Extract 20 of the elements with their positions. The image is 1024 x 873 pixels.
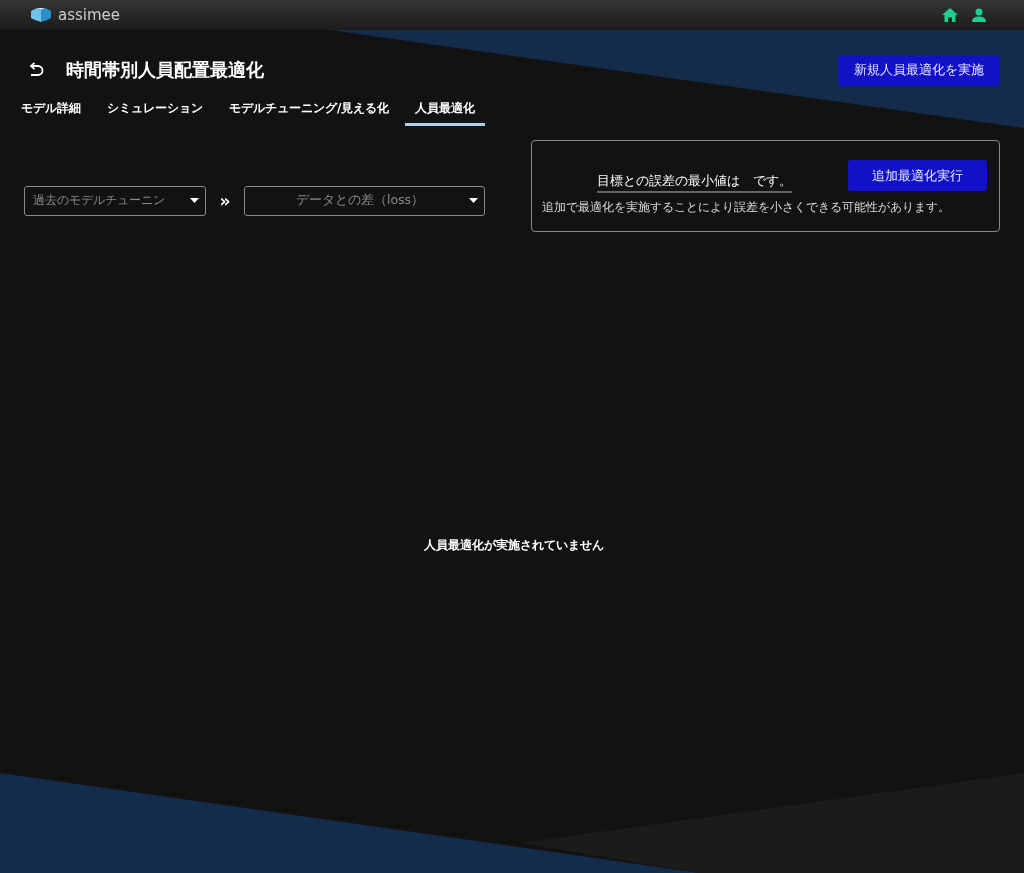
tab[interactable]: モデル詳細	[11, 100, 91, 126]
hint-text: 追加で最適化を実施することにより誤差を小さくできる可能性があります。	[542, 199, 951, 215]
metric-dropdown[interactable]: データとの差（loss）	[244, 185, 485, 216]
empty-state-message: 人員最適化が実施されていません	[424, 537, 604, 554]
caret-icon	[469, 198, 478, 203]
home-icon[interactable]	[942, 8, 958, 22]
page-title: 時間帯別人員配置最適化	[66, 58, 264, 82]
tab[interactable]: モデルチューニング/見える化	[219, 100, 400, 126]
tab[interactable]: シミュレーション	[97, 100, 213, 126]
history-dropdown[interactable]: 過去のモデルチューニン	[24, 185, 206, 216]
separator-glyph: »	[218, 190, 232, 211]
summary-text: 目標との誤差の最小値は です。	[597, 172, 792, 193]
back-icon[interactable]	[28, 62, 44, 78]
new-optimization-button[interactable]: 新規人員最適化を実施	[838, 54, 1000, 86]
tab[interactable]: 人員最適化	[405, 100, 486, 126]
logo-icon	[30, 7, 52, 23]
additional-optimization-button[interactable]: 追加最適化実行	[848, 160, 987, 191]
user-icon[interactable]	[972, 8, 986, 22]
caret-icon	[190, 198, 199, 203]
logo-text: assimee	[58, 6, 121, 24]
